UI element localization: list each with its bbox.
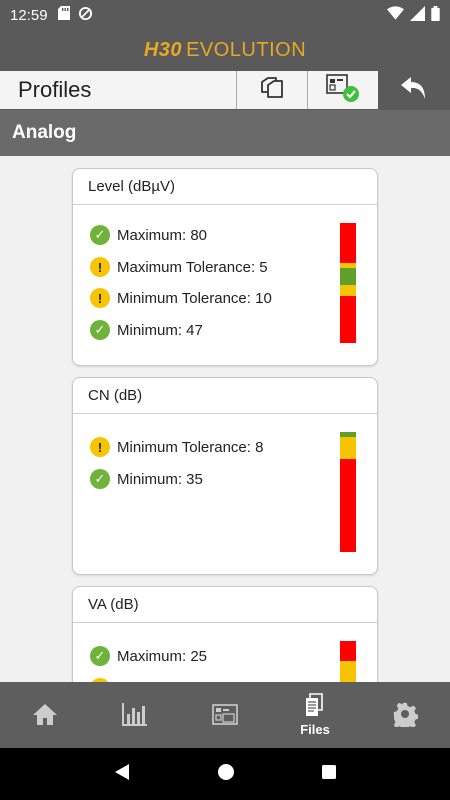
cn-card[interactable]: CN (dB) ! Minimum Tolerance: 8 ✓ Minimum… <box>72 377 378 575</box>
status-bar: 12:59 <box>0 0 450 30</box>
bottom-nav: Files <box>0 682 450 748</box>
section-header: Analog <box>0 110 450 156</box>
recents-square-icon[interactable] <box>321 764 337 785</box>
page-title: Profiles <box>0 71 236 109</box>
warning-icon: ! <box>90 288 110 308</box>
list-item: ! Maximum Tolerance: 5 <box>90 257 268 277</box>
wifi-icon <box>387 6 404 24</box>
nav-measurements[interactable] <box>90 682 180 748</box>
level-card[interactable]: Level (dBµV) ✓ Maximum: 80 ! Maximum Tol… <box>72 168 378 366</box>
home-icon <box>32 702 58 729</box>
load-profile-button[interactable] <box>307 71 378 109</box>
nav-profiles[interactable] <box>180 682 270 748</box>
va-card[interactable]: VA (dB) ✓ Maximum: 25 ! <box>72 586 378 682</box>
card-title: Level (dBµV) <box>73 169 377 205</box>
profile-icon <box>211 702 239 729</box>
card-title: VA (dB) <box>73 587 377 623</box>
copy-icon <box>258 76 286 105</box>
list-item: ✓ Maximum: 80 <box>90 225 207 245</box>
gear-icon <box>392 701 419 731</box>
warning-icon: ! <box>90 437 110 457</box>
duplicate-profile-button[interactable] <box>236 71 307 109</box>
logo-evolution: EVOLUTION <box>186 38 307 61</box>
nav-files[interactable]: Files <box>270 682 360 748</box>
list-item: ✓ Minimum: 35 <box>90 469 203 489</box>
level-range-bar <box>340 223 356 343</box>
list-item: ! Minimum Tolerance: 8 <box>90 437 263 457</box>
warning-icon: ! <box>90 257 110 277</box>
nav-files-label: Files <box>300 722 330 737</box>
data-saver-icon <box>78 6 93 25</box>
list-item: ✓ Maximum: 25 <box>90 646 207 666</box>
check-icon: ✓ <box>90 225 110 245</box>
profile-apply-icon <box>325 73 361 108</box>
home-circle-icon[interactable] <box>217 763 235 786</box>
check-icon: ✓ <box>90 320 110 340</box>
cn-range-bar <box>340 432 356 552</box>
list-item: ✓ Minimum: 47 <box>90 320 203 340</box>
bar-chart-icon <box>122 702 148 729</box>
back-button[interactable] <box>378 70 450 110</box>
check-icon: ✓ <box>90 646 110 666</box>
profile-list[interactable]: Level (dBµV) ✓ Maximum: 80 ! Maximum Tol… <box>0 156 450 682</box>
card-title: CN (dB) <box>73 378 377 414</box>
brand-bar: H30 EVOLUTION <box>0 30 450 70</box>
logo-h30: H30 <box>143 38 183 61</box>
system-nav-bar <box>0 748 450 800</box>
check-icon: ✓ <box>90 469 110 489</box>
undo-arrow-icon <box>399 75 429 106</box>
status-time: 12:59 <box>10 6 48 24</box>
list-item: ! Minimum Tolerance: 10 <box>90 288 272 308</box>
back-triangle-icon[interactable] <box>113 763 131 786</box>
battery-icon <box>431 5 440 25</box>
nav-home[interactable] <box>0 682 90 748</box>
toolbar: Profiles <box>0 70 450 110</box>
sd-card-icon <box>57 6 70 24</box>
files-icon <box>302 693 328 720</box>
signal-icon <box>410 5 425 25</box>
va-range-bar <box>340 641 356 682</box>
nav-settings[interactable] <box>360 682 450 748</box>
app-logo: H30 EVOLUTION <box>144 39 306 62</box>
